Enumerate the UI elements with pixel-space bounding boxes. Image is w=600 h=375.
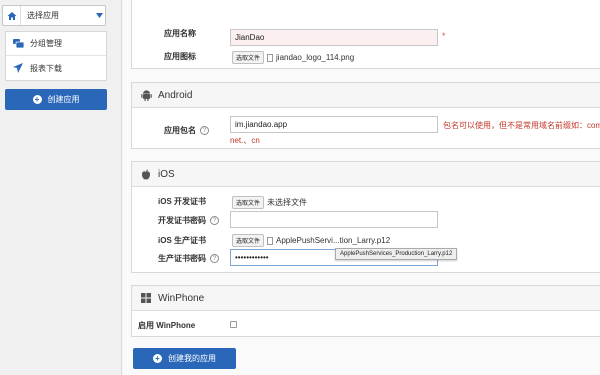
sidebar-item-label: 分组管理 <box>30 39 62 48</box>
send-icon <box>12 62 24 74</box>
android-panel-header: Android <box>132 83 600 108</box>
app-icon-label: 应用图标 <box>164 52 196 61</box>
sidebar-menu: 分组管理 报表下载 <box>5 31 107 81</box>
winphone-panel: WinPhone 启用 WinPhone <box>131 285 600 337</box>
groups-icon <box>12 38 24 50</box>
package-name-label: 应用包名 <box>164 126 196 135</box>
ios-panel: iOS iOS 开发证书 选取文件 未选择文件 开发证书密码 ? iOS 生产证… <box>131 161 600 273</box>
required-mark: * <box>442 31 446 41</box>
plus-icon: + <box>32 95 42 104</box>
help-icon[interactable]: ? <box>210 216 219 225</box>
windows-icon <box>140 292 152 304</box>
winphone-title: WinPhone <box>158 292 205 304</box>
main-content: 应用名称 JianDao * 应用图标 选取文件 jiandao_logo_11… <box>123 0 600 375</box>
app-name-input[interactable]: JianDao <box>230 29 438 46</box>
prod-cert-file-button[interactable]: 选取文件 <box>232 234 265 247</box>
android-panel: Android 应用包名 ? im.jiandao.app 包名可以使用，但不是… <box>131 82 600 149</box>
app-name-label: 应用名称 <box>164 29 196 38</box>
file-icon <box>267 236 274 245</box>
sidebar-item-label: 报表下载 <box>30 63 62 73</box>
icon-file-name: jiandao_logo_114.png <box>276 53 355 62</box>
prod-cert-file-name: ApplePushServi...tion_Larry.p12 <box>276 236 391 245</box>
dev-pwd-label: 开发证书密码 <box>158 216 206 225</box>
create-my-app-button[interactable]: + 创建我的应用 <box>133 348 236 369</box>
ios-title: iOS <box>158 168 175 180</box>
plus-icon: + <box>153 354 162 363</box>
prod-pwd-label: 生产证书密码 <box>158 254 206 263</box>
package-hint-line1: 包名可以使用，但不是常用域名前缀如：com.、 <box>443 121 600 130</box>
create-my-app-label: 创建我的应用 <box>168 354 216 363</box>
package-hint-line2: net.、cn <box>230 136 260 145</box>
ios-panel-header: iOS <box>132 162 600 187</box>
android-icon <box>140 89 152 101</box>
package-name-input[interactable]: im.jiandao.app <box>230 116 438 133</box>
file-name-tooltip: ApplePushServices_Production_Larry.p12 <box>335 248 458 260</box>
app-select-label: 选择应用 <box>27 11 59 20</box>
sidebar-item-groups[interactable]: 分组管理 <box>6 32 106 56</box>
android-title: Android <box>158 89 193 101</box>
choose-file-button[interactable]: 选取文件 <box>232 51 265 64</box>
enable-winphone-label: 启用 WinPhone <box>138 321 196 330</box>
sidebar: 选择应用 分组管理 报表下载 + 创建应用 <box>0 0 122 375</box>
dev-cert-file-button[interactable]: 选取文件 <box>232 196 265 209</box>
file-icon <box>267 53 274 62</box>
create-app-label: 创建应用 <box>47 95 80 104</box>
dev-cert-label: iOS 开发证书 <box>158 197 207 206</box>
enable-winphone-checkbox[interactable] <box>230 321 237 328</box>
prod-cert-label: iOS 生产证书 <box>158 236 207 245</box>
help-icon[interactable]: ? <box>200 126 209 135</box>
dev-pwd-input[interactable] <box>230 211 438 228</box>
package-name-value: im.jiandao.app <box>235 120 288 129</box>
sidebar-item-reports[interactable]: 报表下载 <box>6 56 106 80</box>
apple-icon <box>140 168 152 180</box>
chevron-down-icon <box>93 13 105 18</box>
app-name-value: JianDao <box>235 33 265 42</box>
winphone-panel-header: WinPhone <box>132 286 600 311</box>
create-app-button[interactable]: + 创建应用 <box>5 89 107 110</box>
prod-pwd-value: •••••••••••• <box>235 253 269 262</box>
app-select-dropdown[interactable]: 选择应用 <box>2 5 106 26</box>
help-icon[interactable]: ? <box>210 254 219 263</box>
home-icon[interactable] <box>3 6 21 25</box>
dev-cert-file-name: 未选择文件 <box>267 198 308 207</box>
basic-info-panel: 应用名称 JianDao * 应用图标 选取文件 jiandao_logo_11… <box>131 0 600 69</box>
